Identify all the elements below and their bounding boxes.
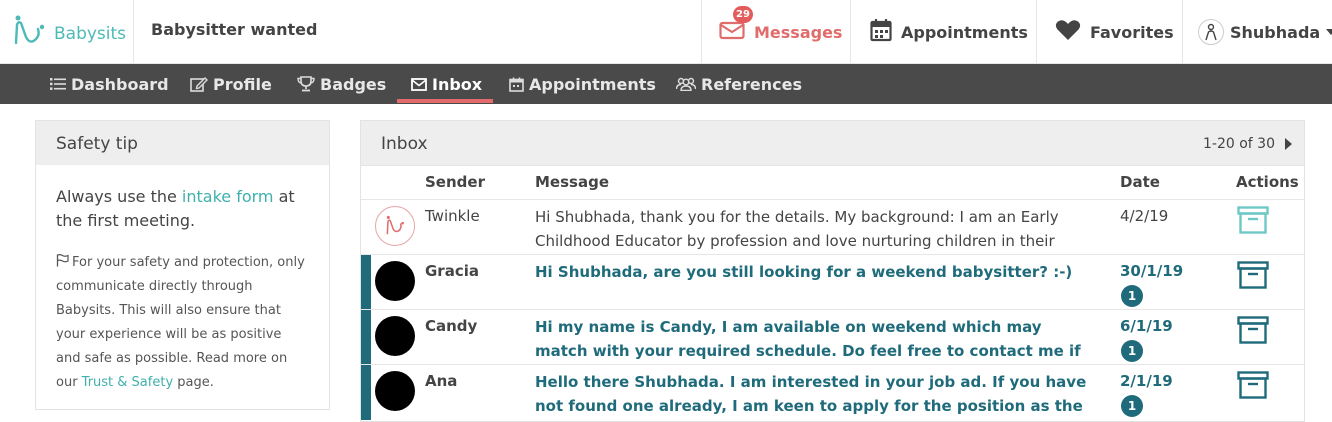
archive-icon [1237,261,1269,289]
intake-form-link[interactable]: intake form [182,187,274,206]
archive-icon [1237,206,1269,234]
calendar-icon [870,18,892,46]
unread-count-badge: 1 [1121,285,1143,307]
nav-appointments[interactable]: Appointments [509,64,656,104]
note-text: For your safety and protection, only com… [56,255,305,390]
inbox-header: Inbox 1-20 of 30 [361,121,1304,166]
heart-icon [1055,19,1081,45]
archive-button[interactable] [1237,371,1269,403]
divider [701,0,702,64]
message-row[interactable]: Gracia Hi Shubhada, are you still lookin… [361,254,1304,310]
message-preview[interactable]: Hello there Shubhada. I am interested in… [535,370,1095,418]
message-sender: Ana [425,372,458,390]
divider [1182,0,1183,64]
message-preview[interactable]: Hi my name is Candy, I am available on w… [535,315,1095,363]
message-sender: Candy [425,317,478,335]
nav-dashboard[interactable]: Dashboard [50,64,169,104]
babysits-default-avatar-icon [386,215,404,235]
avatar [375,371,415,411]
nav-appointments-label: Appointments [529,74,656,94]
divider [1036,0,1037,64]
message-date: 30/1/19 [1120,262,1184,280]
archive-icon [1237,316,1269,344]
archive-button[interactable] [1237,261,1269,293]
nav-profile[interactable]: Profile [190,64,272,104]
user-name: Shubhada [1230,22,1321,42]
nav-inbox[interactable]: Inbox [411,64,482,104]
logo-text: Babysits [54,24,127,44]
user-avatar-icon [1198,19,1224,45]
safety-note: For your safety and protection, only com… [56,251,309,395]
calendar-icon [509,77,524,92]
inbox-title: Inbox [381,134,428,154]
users-icon [676,77,696,91]
appointments-button[interactable]: Appointments [870,0,1028,64]
active-tab-indicator [397,99,493,103]
messages-count-badge: 29 [733,6,753,23]
message-preview[interactable]: Hi Shubhada, are you still looking for a… [535,260,1095,308]
column-message: Message [535,173,609,191]
next-page-icon[interactable] [1285,138,1292,150]
babysits-logo-icon [14,15,45,45]
message-sender: Gracia [425,262,479,280]
tip-text: Always use the [56,187,182,206]
unread-indicator [361,310,371,365]
user-menu[interactable]: Shubhada [1198,0,1332,64]
envelope-icon [411,77,427,91]
nav-inbox-label: Inbox [432,74,483,94]
column-date: Date [1120,173,1160,191]
unread-indicator [361,365,371,420]
pagination: 1-20 of 30 [1203,136,1292,152]
babysits-logo[interactable]: Babysits [12,8,126,54]
unread-count-badge: 1 [1121,395,1143,417]
trust-safety-link[interactable]: Trust & Safety [82,375,173,390]
message-row[interactable]: Twinkle Hi Shubhada, thank you for the d… [361,199,1304,254]
nav-references[interactable]: References [676,64,802,104]
avatar [375,261,415,301]
pagination-range: 1-20 of 30 [1203,136,1275,152]
archive-button[interactable] [1237,206,1269,238]
column-sender: Sender [425,173,485,191]
column-actions: Actions [1236,173,1299,191]
nav-dashboard-label: Dashboard [71,74,169,94]
flag-icon [56,254,69,267]
archive-button[interactable] [1237,316,1269,348]
safety-tip-panel: Safety tip Always use the intake form at… [35,120,330,410]
message-date: 6/1/19 [1120,317,1173,335]
message-row[interactable]: Candy Hi my name is Candy, I am availabl… [361,309,1304,365]
inbox-panel: Inbox 1-20 of 30 Sender Message Date Act… [360,120,1305,422]
list-icon [50,78,66,90]
nav-references-label: References [701,74,802,94]
message-date: 4/2/19 [1120,207,1169,225]
message-date: 2/1/19 [1120,372,1173,390]
message-preview[interactable]: Hi Shubhada, thank you for the details. … [535,205,1095,253]
avatar [375,206,415,246]
page-title: Babysitter wanted [151,20,318,39]
messages-label: Messages [754,22,843,42]
safety-tip-main: Always use the intake form at the first … [56,185,309,233]
favorites-label: Favorites [1090,22,1174,42]
trophy-icon [297,76,315,92]
edit-icon [190,77,208,92]
unread-count-badge: 1 [1121,340,1143,362]
message-row[interactable]: Ana Hello there Shubhada. I am intereste… [361,364,1304,420]
favorites-button[interactable]: Favorites [1055,0,1174,64]
divider [850,0,851,64]
message-sender: Twinkle [425,207,480,225]
main-nav: Dashboard Profile Badges Inbox Appointme… [0,64,1332,104]
archive-icon [1237,371,1269,399]
safety-tip-title: Safety tip [36,121,329,165]
envelope-icon [719,20,745,44]
nav-profile-label: Profile [213,74,272,94]
nav-badges[interactable]: Badges [297,64,386,104]
nav-badges-label: Badges [320,74,387,94]
messages-button[interactable]: 29 Messages [719,0,842,64]
chevron-down-icon [1326,29,1332,35]
top-header: Babysits Babysitter wanted 29 Messages A… [0,0,1332,64]
unread-indicator [361,255,371,310]
note-text: page. [173,375,214,390]
divider [133,0,134,64]
appointments-label: Appointments [901,22,1028,42]
avatar [375,316,415,356]
